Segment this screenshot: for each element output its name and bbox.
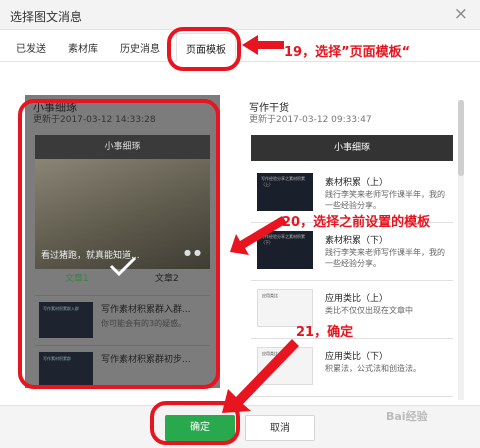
arrow-icon (222, 339, 299, 413)
item-thumbnail: 写作经验分享之素材积累（上） (257, 173, 313, 211)
annotation-20: 20，选择之前设置的模板 (282, 215, 431, 230)
template-header: 小事细琢 (251, 135, 453, 161)
scrollbar-thumb[interactable] (458, 100, 464, 176)
template-updated: 更新于2017-03-12 09:33:47 (249, 115, 372, 125)
item-subtitle: 类比不仅仅出现在文章中 (325, 306, 413, 315)
item-title: 素材积累（下） (325, 236, 389, 246)
tab-history[interactable]: 历史消息 (120, 40, 160, 55)
item-title: 应用类比（上） (325, 294, 389, 304)
dialog: 选择图文消息 × 已发送 素材库 历史消息 页面模板 小事细琢 更新于2017-… (0, 0, 480, 448)
highlight-ring-template (18, 99, 220, 389)
cancel-button[interactable]: 取消 (245, 415, 315, 441)
item-subtitle: 积累法，公式法和创造法。 (325, 364, 421, 373)
arrow-icon (242, 35, 284, 55)
annotation-19: 19，选择”页面模板“ (284, 45, 411, 60)
highlight-ring-tab (167, 27, 241, 71)
item-subtitle: 践行李笑来老师写作课半年，我的一些经验分享。 (325, 248, 445, 268)
watermark: Bai经验 (386, 410, 428, 423)
tab-sent[interactable]: 已发送 (16, 40, 46, 55)
title-bar: 选择图文消息 × (0, 0, 480, 30)
scrollbar[interactable] (458, 100, 464, 400)
arrow-icon (230, 216, 287, 255)
annotation-21: 21，确定 (296, 325, 354, 340)
item-title: 应用类比（下） (325, 352, 389, 362)
tab-library[interactable]: 素材库 (68, 40, 98, 55)
dialog-title: 选择图文消息 (10, 10, 83, 24)
item-title: 素材积累（上） (325, 178, 389, 188)
item-subtitle: 践行李笑来老师写作课半年，我的一些经验分享。 (325, 190, 445, 210)
close-icon[interactable]: × (454, 4, 468, 24)
